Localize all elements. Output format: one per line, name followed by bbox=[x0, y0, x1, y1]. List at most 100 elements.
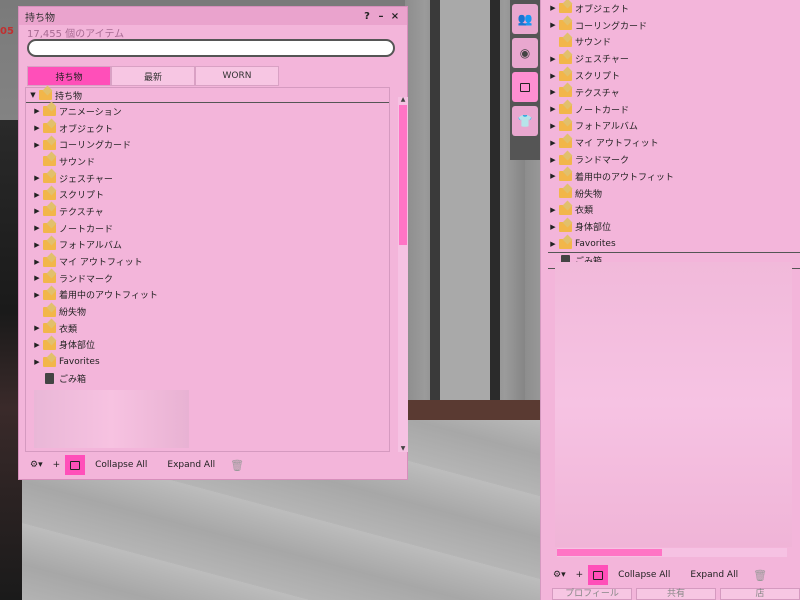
scroll-up-icon[interactable]: ▲ bbox=[398, 96, 408, 103]
tree-item[interactable]: ▶ フォトアルバム bbox=[32, 237, 389, 254]
expand-arrow-icon[interactable]: ▶ bbox=[548, 122, 558, 130]
expand-arrow-icon[interactable]: ▶ bbox=[32, 124, 42, 132]
expand-arrow-icon[interactable]: ▶ bbox=[32, 274, 42, 282]
shop-button[interactable]: 店 bbox=[720, 588, 800, 600]
expand-arrow-icon[interactable]: ▶ bbox=[32, 224, 42, 232]
tree-item[interactable]: 紛失物 bbox=[32, 303, 389, 320]
expand-arrow-icon[interactable]: ▶ bbox=[32, 141, 42, 149]
scroll-thumb[interactable] bbox=[399, 105, 407, 245]
tree-item[interactable]: ▶ ノートカード bbox=[548, 101, 800, 118]
people-icon[interactable]: 👥 bbox=[512, 4, 538, 34]
tree-item[interactable]: ▶ スクリプト bbox=[548, 67, 800, 84]
tree-item[interactable]: ▶ スクリプト bbox=[32, 186, 389, 203]
add-button[interactable]: + bbox=[571, 565, 589, 585]
folder-icon bbox=[558, 53, 572, 65]
tree-item[interactable]: サウンド bbox=[548, 34, 800, 51]
tree-item[interactable]: ▶ マイ アウトフィット bbox=[32, 253, 389, 270]
tree-item[interactable]: ごみ箱 bbox=[32, 370, 389, 387]
title-bar[interactable]: 持ち物 ? – × bbox=[19, 7, 407, 25]
tree-item[interactable]: サウンド bbox=[32, 153, 389, 170]
expand-arrow-icon[interactable]: ▶ bbox=[548, 4, 558, 12]
places-icon[interactable]: ◉ bbox=[512, 38, 538, 68]
expand-arrow-icon[interactable]: ▶ bbox=[32, 107, 42, 115]
scroll-thumb[interactable] bbox=[557, 549, 662, 556]
expand-arrow-icon[interactable]: ▶ bbox=[32, 291, 42, 299]
tree-item[interactable]: ▶ オブジェクト bbox=[548, 0, 800, 17]
tree-item[interactable]: ▶ テクスチャ bbox=[32, 203, 389, 220]
share-button[interactable]: 共有 bbox=[636, 588, 716, 600]
expand-arrow-icon[interactable]: ▶ bbox=[32, 358, 42, 366]
inventory-button[interactable] bbox=[588, 565, 609, 585]
collapse-all-button[interactable]: Collapse All bbox=[85, 455, 157, 475]
appearance-icon[interactable]: 👕 bbox=[512, 106, 538, 136]
expand-arrow-icon[interactable]: ▶ bbox=[548, 72, 558, 80]
tree-item[interactable]: 紛失物 bbox=[548, 185, 800, 202]
vertical-scrollbar[interactable]: ▲ ▼ bbox=[398, 96, 408, 452]
help-button[interactable]: ? bbox=[361, 11, 373, 22]
tree-item[interactable]: ▶ ノートカード bbox=[32, 220, 389, 237]
expand-arrow-icon[interactable]: ▶ bbox=[548, 172, 558, 180]
tree-item[interactable]: ▶ Favorites bbox=[548, 235, 800, 252]
expand-down-icon[interactable]: ▼ bbox=[28, 91, 38, 99]
tree-item[interactable]: ▶ コーリングカード bbox=[548, 17, 800, 34]
tree-item[interactable]: ▶ Favorites bbox=[32, 353, 389, 370]
tab-worn[interactable]: WORN bbox=[195, 66, 279, 86]
expand-all-button[interactable]: Expand All bbox=[157, 455, 225, 475]
tree-item[interactable]: ▶ ランドマーク bbox=[548, 151, 800, 168]
tree-item[interactable]: ▶ 衣類 bbox=[32, 320, 389, 337]
tree-item[interactable]: ▶ ジェスチャー bbox=[32, 170, 389, 187]
horizontal-scrollbar[interactable] bbox=[557, 548, 787, 557]
tree-item[interactable]: ▶ フォトアルバム bbox=[548, 118, 800, 135]
tree-item[interactable]: ▶ 着用中のアウトフィット bbox=[32, 287, 389, 304]
scroll-down-icon[interactable]: ▼ bbox=[398, 445, 408, 452]
close-button[interactable]: × bbox=[389, 11, 401, 22]
gear-button[interactable]: ⚙▾ bbox=[548, 565, 571, 585]
tree-item[interactable]: ▶ 衣類 bbox=[548, 202, 800, 219]
expand-arrow-icon[interactable]: ▶ bbox=[32, 324, 42, 332]
tree-root[interactable]: ▼ 持ち物 bbox=[26, 88, 389, 103]
search-input[interactable] bbox=[27, 39, 395, 57]
tree-item[interactable]: ▶ 着用中のアウトフィット bbox=[548, 168, 800, 185]
tree-item-label: テクスチャ bbox=[59, 207, 104, 218]
expand-arrow-icon[interactable]: ▶ bbox=[32, 207, 42, 215]
minimize-button[interactable]: – bbox=[375, 11, 387, 22]
tree-item[interactable]: ▶ 身体部位 bbox=[32, 337, 389, 354]
expand-arrow-icon[interactable]: ▶ bbox=[32, 174, 42, 182]
tree-item[interactable]: ▶ ランドマーク bbox=[32, 270, 389, 287]
tree-item-label: ノートカード bbox=[575, 105, 630, 116]
tree-item[interactable]: ▶ 身体部位 bbox=[548, 218, 800, 235]
profile-button[interactable]: プロフィール bbox=[552, 588, 632, 600]
expand-arrow-icon[interactable]: ▶ bbox=[548, 105, 558, 113]
expand-arrow-icon[interactable]: ▶ bbox=[548, 21, 558, 29]
folder-icon bbox=[42, 322, 56, 334]
tree-item[interactable]: ▶ マイ アウトフィット bbox=[548, 134, 800, 151]
tree-item[interactable]: ▶ オブジェクト bbox=[32, 120, 389, 137]
expand-arrow-icon[interactable]: ▶ bbox=[548, 223, 558, 231]
expand-arrow-icon[interactable]: ▶ bbox=[32, 258, 42, 266]
expand-arrow-icon[interactable]: ▶ bbox=[548, 88, 558, 96]
expand-arrow-icon[interactable]: ▶ bbox=[548, 139, 558, 147]
expand-arrow-icon[interactable]: ▶ bbox=[548, 55, 558, 63]
expand-arrow-icon[interactable]: ▶ bbox=[548, 240, 558, 248]
trash-button[interactable]: 🗑 bbox=[748, 565, 772, 585]
expand-arrow-icon[interactable]: ▶ bbox=[32, 241, 42, 249]
expand-arrow-icon[interactable]: ▶ bbox=[548, 156, 558, 164]
collapse-all-button[interactable]: Collapse All bbox=[608, 565, 680, 585]
tree-item[interactable]: ▶ コーリングカード bbox=[32, 136, 389, 153]
expand-arrow-icon[interactable]: ▶ bbox=[32, 341, 42, 349]
folder-icon bbox=[42, 256, 56, 268]
tab-inventory[interactable]: 持ち物 bbox=[27, 66, 111, 86]
trash-button[interactable]: 🗑 bbox=[225, 455, 249, 475]
expand-arrow-icon[interactable]: ▶ bbox=[32, 191, 42, 199]
tree-item[interactable]: ▶ アニメーション bbox=[32, 103, 389, 120]
gear-button[interactable]: ⚙▾ bbox=[25, 455, 48, 475]
tab-recent[interactable]: 最新 bbox=[111, 66, 195, 86]
expand-all-button[interactable]: Expand All bbox=[680, 565, 748, 585]
inventory-button[interactable] bbox=[65, 455, 86, 475]
add-button[interactable]: + bbox=[48, 455, 66, 475]
tree-item[interactable]: ▶ ジェスチャー bbox=[548, 50, 800, 67]
expand-arrow-icon[interactable]: ▶ bbox=[548, 206, 558, 214]
folder-icon bbox=[558, 86, 572, 98]
inventory-tab-icon[interactable] bbox=[512, 72, 538, 102]
tree-item[interactable]: ▶ テクスチャ bbox=[548, 84, 800, 101]
